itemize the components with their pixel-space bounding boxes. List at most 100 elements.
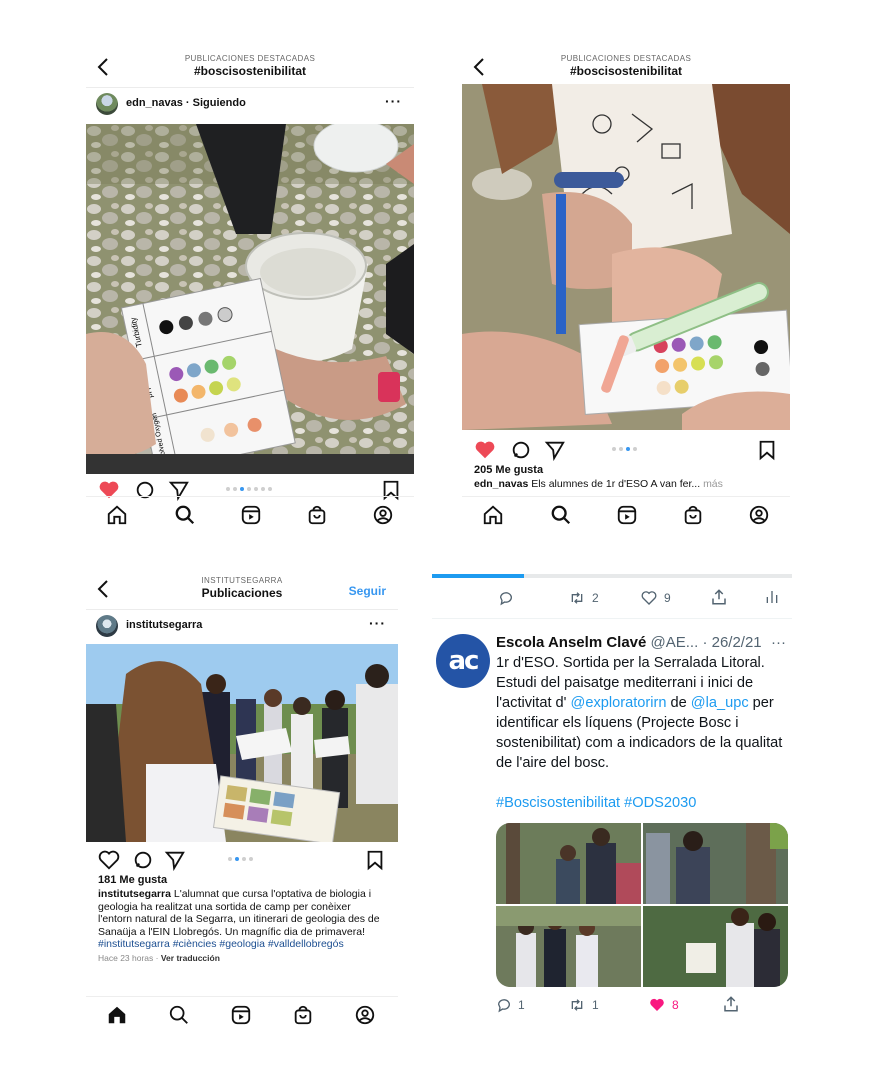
post-header: INSTITUTSEGARRA Publicaciones Seguir	[86, 572, 398, 610]
heart-outline-icon[interactable]	[98, 849, 120, 871]
analytics-icon[interactable]	[764, 588, 780, 606]
caption-username[interactable]: edn_navas	[474, 478, 528, 490]
media-photo-1	[496, 823, 641, 904]
header-title: #boscisostenibilitat	[569, 64, 683, 78]
more-options-icon[interactable]: ···	[369, 615, 386, 631]
share-icon[interactable]	[164, 849, 186, 871]
reply-stat[interactable]: 1	[496, 997, 525, 1013]
share-icon[interactable]	[722, 995, 740, 1013]
likes-count[interactable]: 205 Me gusta	[462, 464, 790, 476]
heart-filled-icon	[650, 998, 664, 1011]
post-meta: Hace 23 horas · Ver traducción	[98, 952, 220, 963]
carousel-dots	[228, 857, 253, 861]
tweet-panel: 2 9 ac Escola Anselm Clavé @AE... · 26/2…	[432, 574, 792, 1020]
like-count: 8	[672, 998, 679, 1012]
carousel-dots	[612, 447, 637, 451]
shop-icon[interactable]	[292, 1004, 314, 1026]
header-subtitle: PUBLICACIONES DESTACADAS	[184, 54, 316, 63]
post-actions	[462, 434, 790, 464]
heart-outline-icon	[641, 591, 657, 605]
post-header: PUBLICACIONES DESTACADAS #boscisostenibi…	[86, 50, 414, 88]
home-icon[interactable]	[106, 504, 128, 526]
caption-hashtags[interactable]: #institutsegarra #ciències #geologia #va…	[98, 938, 344, 950]
retweet-icon	[571, 592, 583, 604]
caption-username[interactable]: institutsegarra	[98, 888, 171, 900]
post-photo[interactable]: Turbidity pH Dissolved Oxygen	[86, 124, 414, 474]
bookmark-icon[interactable]	[364, 849, 386, 871]
share-icon[interactable]	[544, 439, 566, 461]
post-caption: institutsegarra L'alumnat que cursa l'op…	[86, 886, 398, 951]
bottom-tab-bar	[86, 996, 398, 1030]
tweet-header: Escola Anselm Clavé @AE... · 26/2/21 ···	[496, 634, 786, 651]
more-options-icon[interactable]: ···	[771, 634, 786, 651]
media-photo-4	[643, 906, 788, 987]
instagram-post-panel-2: PUBLICACIONES DESTACADAS #boscisostenibi…	[462, 50, 790, 530]
caption-text: Els alumnes de 1r d'ESO A van fer...	[528, 478, 701, 490]
heart-filled-icon[interactable]	[474, 439, 496, 461]
shop-icon[interactable]	[682, 504, 704, 526]
tweet-media-grid[interactable]	[496, 823, 788, 987]
retweet-stat[interactable]: 1	[568, 997, 599, 1013]
like-stat[interactable]: 8	[648, 997, 679, 1013]
bottom-tab-bar	[462, 496, 790, 530]
bottom-tab-bar	[86, 496, 414, 530]
follow-button[interactable]: Seguir	[349, 584, 386, 598]
translate-link[interactable]: Ver traducción	[161, 953, 220, 963]
handle-date[interactable]: @AE... · 26/2/21	[651, 634, 762, 651]
reels-icon[interactable]	[240, 504, 262, 526]
avatar[interactable]	[96, 93, 118, 115]
username[interactable]: edn_navas · Siguiendo	[126, 97, 246, 109]
instagram-post-panel-1: PUBLICACIONES DESTACADAS #boscisostenibi…	[86, 50, 414, 530]
post-photo[interactable]	[462, 84, 790, 430]
profile-icon[interactable]	[748, 504, 770, 526]
profile-icon[interactable]	[372, 504, 394, 526]
more-link[interactable]: más	[703, 478, 723, 490]
post-user-row: institutsegarra ···	[86, 610, 398, 642]
comment-icon[interactable]	[132, 849, 154, 871]
retweet-stat[interactable]: 2	[568, 590, 599, 606]
display-name[interactable]: Escola Anselm Clavé	[496, 634, 646, 651]
avatar[interactable]: ac	[436, 634, 490, 688]
retweet-count: 1	[592, 998, 599, 1012]
tweet-text: 1r d'ESO. Sortida per la Serralada Litor…	[496, 653, 786, 773]
reels-icon[interactable]	[230, 1004, 252, 1026]
more-options-icon[interactable]: ···	[385, 93, 402, 109]
tweet-text-part: de	[666, 695, 691, 711]
retweet-icon	[571, 999, 583, 1011]
comment-icon[interactable]	[510, 439, 532, 461]
reply-count: 1	[518, 998, 525, 1012]
search-icon[interactable]	[174, 504, 196, 526]
bookmark-icon[interactable]	[756, 439, 778, 461]
post-time: Hace 23 horas	[98, 952, 154, 963]
home-filled-icon[interactable]	[106, 1004, 128, 1026]
tweet-hashtags[interactable]: #Boscisostenibilitat #ODS2030	[496, 793, 786, 813]
share-icon[interactable]	[710, 588, 728, 606]
username[interactable]: institutsegarra	[126, 619, 202, 631]
post-header: PUBLICACIONES DESTACADAS #boscisostenibi…	[462, 50, 790, 88]
mention-link[interactable]: @la_upc	[691, 695, 749, 711]
profile-icon[interactable]	[354, 1004, 376, 1026]
like-stat[interactable]: 9	[640, 590, 671, 606]
like-count: 9	[664, 591, 671, 605]
likes-count[interactable]: 181 Me gusta	[86, 874, 398, 886]
search-icon[interactable]	[168, 1004, 190, 1026]
retweet-count: 2	[592, 591, 599, 605]
post-photo[interactable]	[86, 644, 398, 842]
anselm-clave-logo-icon: ac	[448, 646, 480, 676]
tweet-actions: 1 1 8	[496, 993, 786, 1020]
search-icon[interactable]	[550, 504, 572, 526]
scroll-progress	[432, 574, 792, 578]
instagram-post-panel-3: INSTITUTSEGARRA Publicaciones Seguir ins…	[86, 572, 398, 1032]
post-user-row: edn_navas · Siguiendo ···	[86, 88, 414, 120]
avatar[interactable]	[96, 615, 118, 637]
shop-icon[interactable]	[306, 504, 328, 526]
media-photo-3	[496, 906, 641, 987]
reply-icon[interactable]	[498, 590, 514, 606]
reels-icon[interactable]	[616, 504, 638, 526]
post-actions	[86, 844, 398, 874]
mention-link[interactable]: @exploratorirn	[571, 695, 667, 711]
post-caption: edn_navas Els alumnes de 1r d'ESO A van …	[462, 476, 790, 491]
home-icon[interactable]	[482, 504, 504, 526]
reply-icon	[497, 999, 510, 1013]
header-title: #boscisostenibilitat	[193, 64, 307, 78]
